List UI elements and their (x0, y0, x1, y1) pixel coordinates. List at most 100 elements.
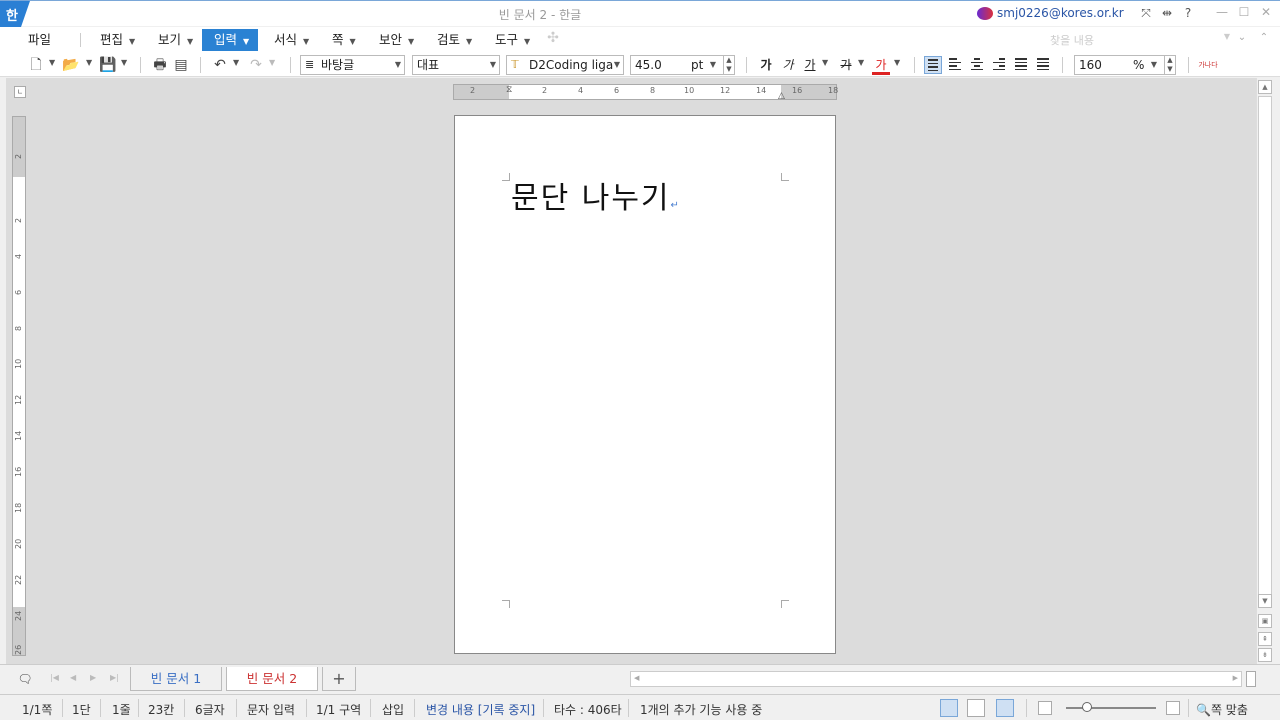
menu-page[interactable]: 쪽 ▼ (328, 29, 360, 51)
bold-button[interactable]: 가 (757, 56, 775, 74)
chevron-down-icon[interactable]: ▼ (49, 58, 55, 67)
right-indent-marker-icon[interactable]: △ (778, 91, 785, 101)
status-insert-mode[interactable]: 삽입 (382, 701, 404, 718)
menu-tools[interactable]: 도구 ▼ (491, 29, 534, 51)
account-area[interactable]: smj0226@kores.or.kr (977, 6, 1124, 20)
font-size-combo[interactable]: 45.0 pt ▼ ▲ ▼ (630, 55, 735, 75)
fullscreen-icon[interactable]: ⤧ (1138, 5, 1154, 21)
zoom-slider-thumb[interactable] (1082, 702, 1092, 712)
scroll-down-icon[interactable]: ▼ (1258, 594, 1272, 608)
menu-format-label: 서식 (274, 32, 298, 47)
status-track-changes[interactable]: 변경 내용 [기록 중지] (426, 701, 535, 718)
horizontal-scrollbar[interactable]: ◀ ▶ (630, 671, 1242, 687)
window-title: 빈 문서 2 - 한글 (498, 8, 582, 22)
italic-button[interactable]: 가 (779, 56, 797, 74)
document-text[interactable]: 문단 나누기↵ (511, 173, 679, 217)
menu-file[interactable]: 파일 (24, 29, 55, 51)
print-preview-icon[interactable]: ▤ (172, 56, 190, 74)
fit-width-icon[interactable]: ⇹ (1159, 5, 1175, 21)
ribbon-toggle-icon[interactable]: ⌃ (1255, 29, 1273, 47)
menu-insert[interactable]: 입력 ▼ (202, 29, 258, 51)
scroll-track[interactable] (1258, 96, 1272, 596)
align-center-button[interactable] (968, 56, 986, 74)
help-icon[interactable]: ? (1180, 5, 1196, 21)
zoom-combo[interactable]: 160 % ▼ ▲ ▼ (1074, 55, 1176, 75)
font-combo[interactable]: 𝕋 D2Coding liga ▼ (506, 55, 624, 75)
menu-edit[interactable]: 편집 ▼ (96, 29, 139, 51)
indent-marker-icon[interactable]: ⧖ (506, 85, 512, 95)
menu-security[interactable]: 보안 ▼ (375, 29, 418, 51)
char-shape-button[interactable]: 가나다 (1198, 56, 1218, 74)
chevron-down-icon[interactable]: ▼ (121, 58, 127, 67)
style-combo[interactable]: ≣ 바탕글 ▼ (300, 55, 405, 75)
scroll-left-icon[interactable]: ◀ (634, 674, 639, 682)
next-page-icon[interactable]: ⇟ (1258, 648, 1272, 662)
full-view-button[interactable] (996, 699, 1014, 717)
tab-document-2[interactable]: 빈 문서 2 (226, 667, 318, 691)
open-folder-icon[interactable]: 📂 (62, 56, 80, 74)
horizontal-ruler[interactable]: 2 2 4 6 8 10 12 14 16 18 ⧖ △ (453, 84, 838, 101)
chevron-down-icon[interactable]: ▼ (86, 58, 92, 67)
chevron-down-icon[interactable]: ▼ (858, 58, 864, 67)
memo-icon[interactable]: 🗨 (16, 670, 34, 688)
first-tab-icon[interactable]: |◀ (50, 673, 59, 682)
vertical-ruler[interactable]: 2 2 4 6 8 10 12 14 16 18 20 22 24 26 (12, 116, 26, 656)
account-email[interactable]: smj0226@kores.or.kr (997, 6, 1124, 20)
chevron-down-icon[interactable]: ▼ (822, 58, 828, 67)
zoom-slider[interactable] (1066, 707, 1156, 709)
document-page[interactable]: 문단 나누기↵ (454, 115, 836, 654)
minimize-button[interactable]: — (1212, 5, 1232, 21)
puzzle-icon[interactable]: ✣ (544, 29, 562, 47)
menu-format[interactable]: 서식 ▼ (270, 29, 313, 51)
maximize-button[interactable]: ☐ (1234, 5, 1254, 21)
menu-view[interactable]: 보기 ▼ (154, 29, 197, 51)
status-addons[interactable]: 1개의 추가 기능 사용 중 (640, 701, 762, 718)
close-button[interactable]: ✕ (1256, 5, 1276, 21)
next-tab-icon[interactable]: ▶ (90, 673, 96, 682)
split-handle[interactable] (1246, 671, 1256, 687)
menu-security-label: 보안 (379, 32, 403, 47)
chevron-down-icon[interactable]: ▼ (269, 58, 275, 67)
zoom-out-icon[interactable] (1038, 701, 1052, 715)
scroll-right-icon[interactable]: ▶ (1233, 674, 1238, 682)
text-color-button[interactable]: 가 (872, 56, 890, 75)
save-icon[interactable]: 💾 (99, 56, 117, 74)
last-tab-icon[interactable]: ▶| (110, 673, 119, 682)
zoom-in-icon[interactable] (1166, 701, 1180, 715)
page-view-icon[interactable]: ▣ (1258, 614, 1272, 628)
status-page[interactable]: 1/1쪽 (22, 701, 52, 718)
zoom-spinner[interactable]: ▲ ▼ (1164, 56, 1175, 74)
tab-document-1[interactable]: 빈 문서 1 (130, 667, 222, 691)
strikethrough-button[interactable]: 가 (837, 56, 855, 74)
v-ruler-tick: 22 (14, 574, 23, 585)
chevron-down-icon[interactable]: ▼ (233, 58, 239, 67)
align-distribute-button[interactable] (1012, 56, 1030, 74)
page-view-button[interactable] (940, 699, 958, 717)
collapse-icon[interactable]: ⌄ (1233, 29, 1251, 47)
fit-page-button[interactable]: 🔍쪽 맞춤 (1196, 701, 1248, 718)
add-tab-button[interactable]: + (322, 667, 356, 691)
prev-page-icon[interactable]: ⇞ (1258, 632, 1272, 646)
search-input[interactable]: 찾을 내용 ▼ (1050, 32, 1230, 48)
ruler-corner-button[interactable]: ∟ (14, 86, 26, 98)
underline-button[interactable]: 가 (801, 56, 819, 74)
align-divide-button[interactable] (1034, 56, 1052, 74)
new-document-icon[interactable]: 🗋 (27, 56, 45, 74)
scroll-up-icon[interactable]: ▲ (1258, 80, 1272, 94)
width-view-button[interactable] (967, 699, 985, 717)
prev-tab-icon[interactable]: ◀ (70, 673, 76, 682)
align-justify-button[interactable] (924, 56, 942, 74)
undo-icon[interactable]: ↶ (211, 56, 229, 74)
align-right-button[interactable] (990, 56, 1008, 74)
menu-review[interactable]: 검토 ▼ (433, 29, 476, 51)
align-left-button[interactable] (946, 56, 964, 74)
status-input-mode[interactable]: 문자 입력 (247, 701, 295, 718)
print-icon[interactable]: 🖶 (151, 56, 169, 74)
paragraph-text[interactable]: 문단 나누기 (511, 181, 671, 216)
paragraph-mark-icon: ↵ (670, 200, 679, 211)
redo-icon[interactable]: ↷ (247, 56, 265, 74)
language-combo[interactable]: 대표 ▼ (412, 55, 500, 75)
font-size-spinner[interactable]: ▲ ▼ (723, 56, 734, 74)
chevron-down-icon[interactable]: ▼ (894, 58, 900, 67)
vertical-scrollbar[interactable]: ▲ ▼ ▣ ⇞ ⇟ (1256, 78, 1272, 664)
